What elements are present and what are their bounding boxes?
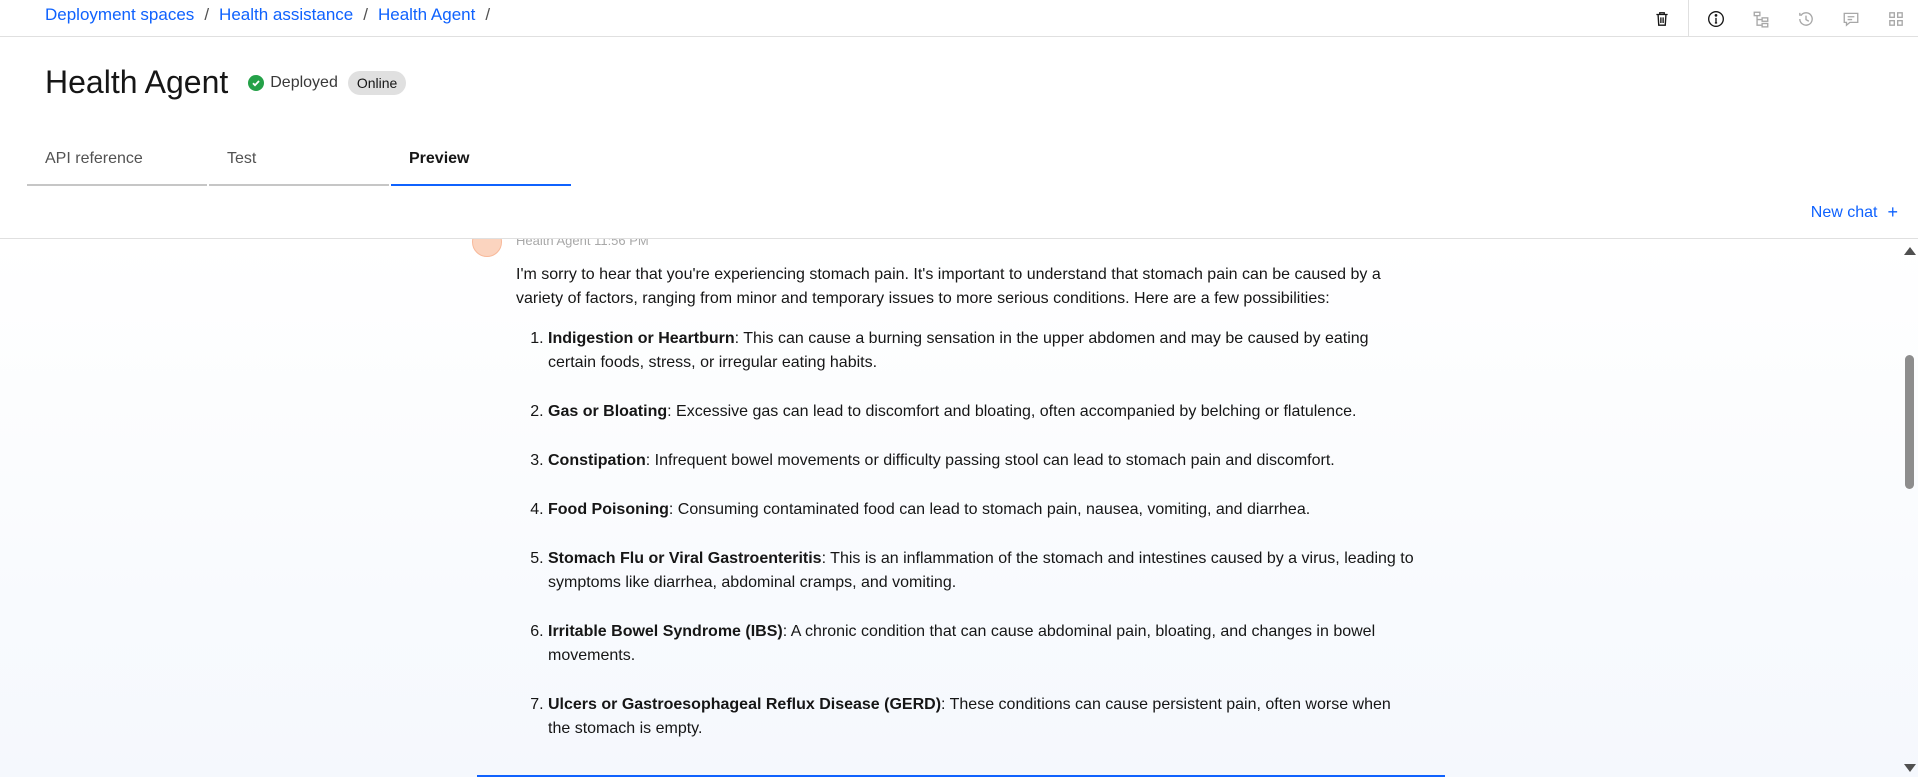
list-item: Indigestion or Heartburn: This can cause… [548, 327, 1416, 375]
apps-button[interactable] [1873, 4, 1918, 34]
list-item-title: Constipation [548, 452, 646, 469]
breadcrumb-health-agent[interactable]: Health Agent [378, 5, 475, 25]
delete-button[interactable] [1639, 4, 1684, 34]
list-item: Food Poisoning: Consuming contaminated f… [548, 498, 1416, 522]
list-item: Irritable Bowel Syndrome (IBS): A chroni… [548, 620, 1416, 668]
message-time: 11:56 PM [594, 238, 649, 248]
info-button[interactable] [1693, 4, 1738, 34]
list-item-text: : Consuming contaminated food can lead t… [668, 501, 1311, 518]
chat-scrollbar[interactable] [1901, 239, 1918, 777]
list-item-title: Ulcers or Gastroesophageal Reflux Diseas… [548, 696, 942, 713]
breadcrumb-separator: / [485, 5, 491, 24]
scroll-up-icon[interactable] [1904, 247, 1916, 255]
scroll-down-icon[interactable] [1904, 764, 1916, 772]
toolbar [1639, 0, 1918, 37]
list-item-title: Gas or Bloating [548, 403, 668, 420]
new-chat-label: New chat [1810, 203, 1878, 221]
history-button[interactable] [1783, 4, 1828, 34]
list-item: Ulcers or Gastroesophageal Reflux Diseas… [548, 693, 1416, 741]
message-intro: I'm sorry to hear that you're experienci… [516, 266, 1381, 307]
scrollbar-thumb[interactable] [1905, 355, 1914, 489]
tab-bar: API reference Test Preview [27, 150, 573, 186]
list-item-title: Indigestion or Heartburn [548, 330, 735, 347]
message-sender: Health Agent [516, 238, 591, 248]
breadcrumb-separator: / [204, 5, 210, 24]
status-badge: Online [347, 70, 407, 95]
history-icon [1798, 11, 1813, 26]
page-header: Health Agent Deployed Online [45, 64, 407, 101]
checkmark-icon [248, 74, 265, 91]
comments-button[interactable] [1828, 4, 1873, 34]
workflow-icon [1753, 11, 1768, 28]
breadcrumb-deployment-spaces[interactable]: Deployment spaces [45, 5, 194, 25]
list-item-title: Stomach Flu or Viral Gastroenteritis [548, 550, 822, 567]
agent-avatar [472, 239, 502, 257]
list-item: Constipation: Infrequent bowel movements… [548, 449, 1416, 473]
list-item-title: Irritable Bowel Syndrome (IBS) [548, 623, 783, 640]
list-item: Stomach Flu or Viral Gastroenteritis: Th… [548, 547, 1416, 595]
toolbar-divider [1688, 0, 1689, 37]
breadcrumb: Deployment spaces / Health assistance / … [45, 5, 500, 25]
list-item-title: Food Poisoning [548, 501, 669, 518]
list-item-text: : Excessive gas can lead to discomfort a… [667, 403, 1357, 420]
top-bar: Deployment spaces / Health assistance / … [0, 0, 1918, 37]
info-icon [1707, 10, 1724, 27]
tab-test[interactable]: Test [209, 150, 389, 186]
trash-icon [1655, 11, 1668, 26]
chat-icon [1843, 12, 1858, 27]
new-chat-button[interactable]: New chat + [1811, 202, 1898, 223]
plus-icon: + [1887, 202, 1898, 222]
list-item-text: : Infrequent bowel movements or difficul… [645, 452, 1335, 469]
breadcrumb-health-assistance[interactable]: Health assistance [219, 5, 353, 25]
apps-icon [1888, 11, 1903, 26]
agent-message: I'm sorry to hear that you're experienci… [516, 263, 1416, 766]
list-item: Gas or Bloating: Excessive gas can lead … [548, 400, 1416, 424]
page-title: Health Agent [45, 64, 229, 100]
tab-api-reference[interactable]: API reference [27, 150, 207, 186]
breadcrumb-separator: / [363, 5, 368, 24]
message-meta: Health Agent 11:56 PM [516, 238, 649, 248]
chat-panel: Health Agent 11:56 PM I'm sorry to hear … [0, 238, 1918, 777]
workflow-button[interactable] [1738, 4, 1783, 34]
status-label: Deployed [270, 73, 338, 91]
deployment-status: Deployed [248, 74, 338, 92]
tab-preview[interactable]: Preview [391, 150, 571, 186]
possibilities-list: Indigestion or Heartburn: This can cause… [516, 327, 1416, 741]
